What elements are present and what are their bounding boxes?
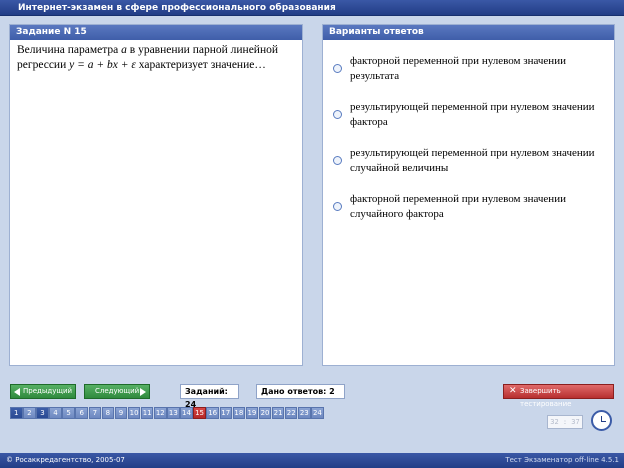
page-button-20[interactable]: 20 — [258, 407, 272, 419]
page-button-17[interactable]: 17 — [219, 407, 232, 419]
radio-button[interactable] — [333, 110, 342, 119]
clock-icon — [591, 410, 612, 431]
page-button-2[interactable]: 2 — [23, 407, 36, 419]
previous-button[interactable]: Предыдущий — [10, 384, 76, 399]
answer-label: результирующей переменной при нулевом зн… — [350, 147, 595, 174]
footer-app-name: Тест Экзаменатор off-line 4.5.1 — [505, 456, 619, 464]
task-pager: 1 2 3 4 5 6 7 8 9 10 11 12 13 14 15 16 17 18 19 20 21 22 23 24 — [10, 407, 324, 419]
answers-panel: Варианты ответов факторной переменной пр… — [322, 24, 615, 366]
page-button-14[interactable]: 14 — [180, 407, 193, 419]
page-button-5[interactable]: 5 — [62, 407, 75, 419]
page-button-3[interactable]: 3 — [36, 407, 49, 419]
page-button-13[interactable]: 13 — [167, 407, 180, 419]
page-button-15[interactable]: 15 — [193, 407, 206, 419]
arrow-left-icon — [14, 388, 20, 396]
next-label: Следующий — [95, 387, 140, 395]
answer-option-4[interactable]: факторной переменной при нулевом значени… — [323, 192, 614, 238]
page-button-10[interactable]: 10 — [127, 407, 141, 419]
page-button-4[interactable]: 4 — [49, 407, 62, 419]
page-button-6[interactable]: 6 — [75, 407, 88, 419]
timer-display: 32 : 37 — [547, 415, 583, 429]
radio-button[interactable] — [333, 156, 342, 165]
answer-label: факторной переменной при нулевом значени… — [350, 193, 566, 220]
page-button-7[interactable]: 7 — [88, 407, 102, 419]
answers-header: Варианты ответов — [323, 25, 614, 40]
radio-button[interactable] — [333, 64, 342, 73]
page-button-24[interactable]: 24 — [311, 407, 324, 419]
answer-option-3[interactable]: результирующей переменной при нулевом зн… — [323, 146, 614, 192]
page-button-23[interactable]: 23 — [298, 407, 311, 419]
question-text-after: характеризует значение… — [135, 58, 266, 71]
page-button-19[interactable]: 19 — [245, 407, 259, 419]
question-text-before: Величина параметра — [17, 44, 122, 56]
task-question: Величина параметра a в уравнении парной … — [10, 40, 302, 75]
window-title: Интернет-экзамен в сфере профессионально… — [0, 0, 624, 16]
footer-copyright: © Росаккредагентство, 2005-07 — [6, 456, 125, 464]
page-button-1[interactable]: 1 — [10, 407, 23, 419]
answer-option-1[interactable]: факторной переменной при нулевом значени… — [323, 54, 614, 100]
arrow-right-icon — [140, 388, 146, 396]
answer-label: результирующей переменной при нулевом зн… — [350, 101, 595, 128]
page-button-12[interactable]: 12 — [154, 407, 167, 419]
task-header: Задание N 15 — [10, 25, 302, 40]
finish-label: Завершить тестирование — [520, 387, 572, 408]
footer: © Росаккредагентство, 2005-07 Тест Экзам… — [0, 453, 624, 468]
page-button-8[interactable]: 8 — [101, 407, 115, 419]
question-formula: y = a + bx + ε — [69, 58, 136, 71]
runner-icon: ✕ — [509, 386, 517, 396]
page-button-18[interactable]: 18 — [232, 407, 246, 419]
page-button-9[interactable]: 9 — [114, 407, 128, 419]
finish-test-button[interactable]: ✕ Завершить тестирование — [503, 384, 614, 408]
next-button[interactable]: Следующий — [84, 384, 150, 399]
answer-list: факторной переменной при нулевом значени… — [323, 40, 614, 238]
page-button-21[interactable]: 21 — [271, 407, 285, 419]
previous-label: Предыдущий — [23, 387, 73, 395]
page-button-16[interactable]: 16 — [206, 407, 219, 419]
total-tasks-counter: Заданий: 24 — [180, 384, 239, 409]
page-button-11[interactable]: 11 — [140, 407, 154, 419]
task-panel: Задание N 15 Величина параметра a в урав… — [9, 24, 303, 366]
page-button-22[interactable]: 22 — [284, 407, 298, 419]
answer-option-2[interactable]: результирующей переменной при нулевом зн… — [323, 100, 614, 146]
answer-label: факторной переменной при нулевом значени… — [350, 55, 566, 82]
radio-button[interactable] — [333, 202, 342, 211]
answers-given-counter: Дано ответов: 2 — [256, 384, 345, 399]
